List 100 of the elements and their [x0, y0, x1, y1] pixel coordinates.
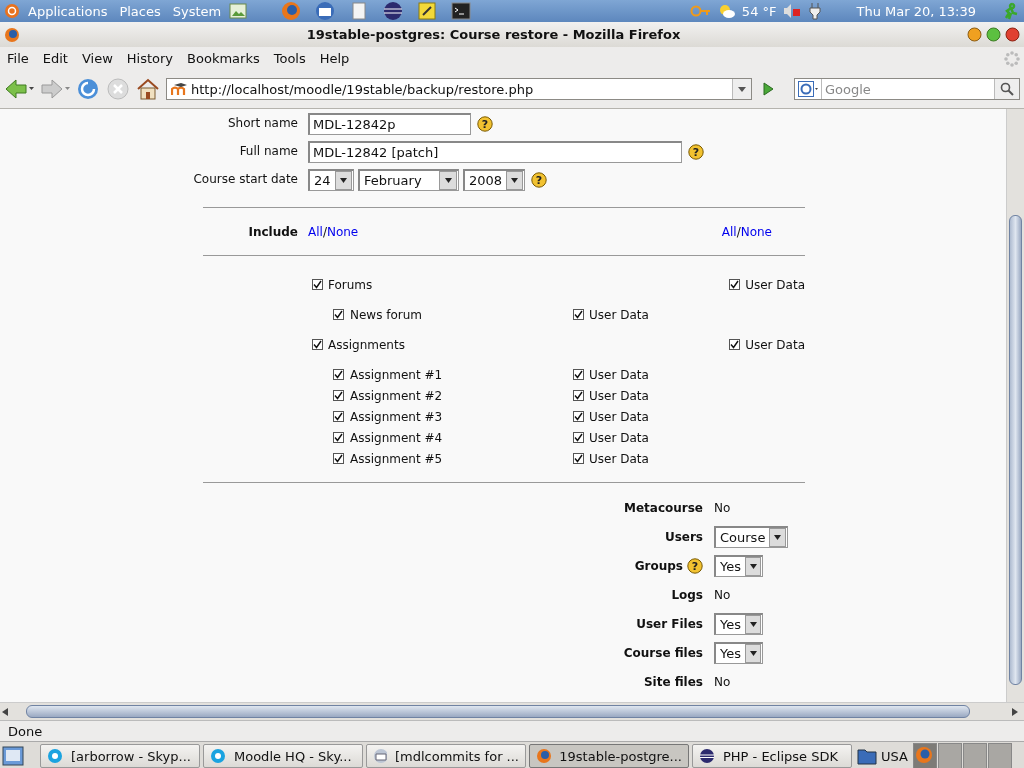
- dropdown-arrow-icon: [749, 563, 757, 569]
- checkbox[interactable]: [573, 411, 584, 422]
- weather-icon[interactable]: [717, 3, 736, 19]
- menu-item[interactable]: History: [119, 51, 181, 66]
- checkbox[interactable]: [573, 453, 584, 464]
- day-select[interactable]: 24: [308, 169, 354, 191]
- address-bar[interactable]: http://localhost/moodle/19stable/backup/restore.php: [166, 78, 752, 100]
- dropdown-arrow-icon: [749, 650, 757, 656]
- folder-icon[interactable]: [857, 746, 877, 766]
- scroll-right-icon[interactable]: [1010, 706, 1020, 717]
- checkbox[interactable]: [573, 432, 584, 443]
- search-icon[interactable]: [1000, 82, 1014, 96]
- instance-label: Assignment #1: [350, 367, 443, 382]
- instance-label: Assignment #3: [350, 409, 443, 424]
- help-icon[interactable]: ?: [477, 116, 493, 132]
- text-field[interactable]: MDL-12842p: [308, 113, 471, 135]
- option-select[interactable]: Yes: [714, 612, 763, 635]
- checkbox[interactable]: [573, 390, 584, 401]
- workspace-switcher[interactable]: [937, 743, 962, 768]
- help-icon[interactable]: ?: [687, 557, 703, 574]
- option-select[interactable]: Course: [714, 525, 788, 548]
- globe-icon: [536, 748, 552, 764]
- mail-icon[interactable]: [315, 1, 336, 21]
- workspace-switcher[interactable]: [987, 743, 1012, 768]
- scrollbar-thumb[interactable]: [1009, 215, 1022, 685]
- dropdown-arrow-icon: [774, 534, 782, 540]
- home-icon[interactable]: [136, 77, 160, 101]
- power-plug-icon[interactable]: [808, 2, 821, 20]
- sphere-icon[interactable]: [383, 1, 404, 21]
- checkbox[interactable]: [573, 369, 584, 380]
- menu-item[interactable]: View: [74, 51, 120, 66]
- taskbar-button[interactable]: PHP - Eclipse SDK: [692, 744, 852, 768]
- search-field[interactable]: Google: [794, 78, 1020, 100]
- checkbox[interactable]: [333, 390, 344, 401]
- menu-item[interactable]: Edit: [35, 51, 75, 66]
- instance-label: Assignment #4: [350, 430, 443, 445]
- field-label: Full name: [238, 143, 298, 158]
- taskbar-button[interactable]: Moodle HQ - Sky...: [203, 744, 363, 768]
- checkbox[interactable]: [312, 339, 323, 350]
- include-label: Include: [247, 225, 298, 239]
- back-arrow-icon[interactable]: [4, 78, 34, 100]
- globe-icon[interactable]: [281, 1, 302, 21]
- taskbar-button[interactable]: 19stable-postgre...: [529, 744, 689, 768]
- checkbox[interactable]: [333, 309, 344, 320]
- menu-item[interactable]: Help: [312, 51, 357, 66]
- search-engine-icon[interactable]: [798, 81, 818, 97]
- checkbox[interactable]: [333, 432, 344, 443]
- maximize-button[interactable]: [986, 27, 1001, 42]
- none-link[interactable]: None: [740, 225, 772, 239]
- menu-item[interactable]: Bookmarks: [180, 51, 267, 66]
- instance-label: Assignment #2: [350, 388, 443, 403]
- reload-icon[interactable]: [76, 77, 100, 101]
- show-desktop-icon[interactable]: [2, 745, 24, 767]
- checkbox[interactable]: [729, 279, 741, 290]
- text-field[interactable]: MDL-12842 [patch]: [308, 141, 682, 163]
- option-value: No: [714, 674, 731, 689]
- checkbox[interactable]: [333, 369, 344, 380]
- all-link[interactable]: All: [721, 225, 737, 239]
- checkbox[interactable]: [573, 309, 584, 320]
- option-select[interactable]: Yes: [714, 641, 763, 664]
- globe-icon: [913, 744, 934, 764]
- checkbox[interactable]: [333, 453, 344, 464]
- menu-item[interactable]: Tools: [266, 51, 313, 66]
- option-label: Groups: [634, 558, 683, 573]
- mail-icon: [373, 748, 387, 764]
- volume-muted-icon[interactable]: [782, 3, 803, 19]
- taskbar-button[interactable]: [arborrow - Skyp...: [40, 744, 200, 768]
- user-data-label: User Data: [745, 277, 805, 292]
- workspace-switcher[interactable]: [962, 743, 987, 768]
- dropdown-arrow-icon: [444, 178, 452, 183]
- none-link[interactable]: None: [326, 225, 359, 239]
- checkbox[interactable]: [312, 279, 323, 290]
- scrollbar-thumb[interactable]: [26, 705, 970, 718]
- terminal-icon[interactable]: [451, 1, 472, 21]
- user-data-label: User Data: [589, 388, 649, 403]
- user-data-label: User Data: [589, 367, 649, 382]
- separator: /: [322, 225, 327, 239]
- scroll-left-icon[interactable]: [0, 706, 10, 717]
- image-icon[interactable]: [229, 2, 248, 20]
- checkbox[interactable]: [729, 339, 741, 350]
- month-select[interactable]: February: [358, 169, 459, 191]
- menu-item[interactable]: File: [2, 51, 36, 66]
- keyboard-layout[interactable]: USA: [881, 748, 908, 764]
- close-button[interactable]: [1005, 27, 1020, 42]
- ubuntu-logo-icon[interactable]: [4, 3, 20, 19]
- workspace-switcher[interactable]: [912, 743, 937, 768]
- notepad-icon[interactable]: [417, 1, 438, 21]
- checkbox[interactable]: [333, 411, 344, 422]
- status-text: Done: [8, 723, 43, 739]
- taskbar-button[interactable]: [mdlcommits for ...: [366, 744, 526, 768]
- option-select[interactable]: Yes: [714, 554, 763, 577]
- year-select[interactable]: 2008: [463, 169, 525, 191]
- option-label: Users: [664, 529, 703, 544]
- help-icon[interactable]: ?: [688, 144, 704, 160]
- globe-icon: [4, 26, 20, 43]
- help-icon[interactable]: ?: [531, 172, 547, 188]
- all-link[interactable]: All: [308, 225, 323, 239]
- option-label: User Files: [636, 616, 703, 631]
- dropdown-arrow-icon[interactable]: [738, 86, 746, 92]
- minimize-button[interactable]: [967, 27, 982, 42]
